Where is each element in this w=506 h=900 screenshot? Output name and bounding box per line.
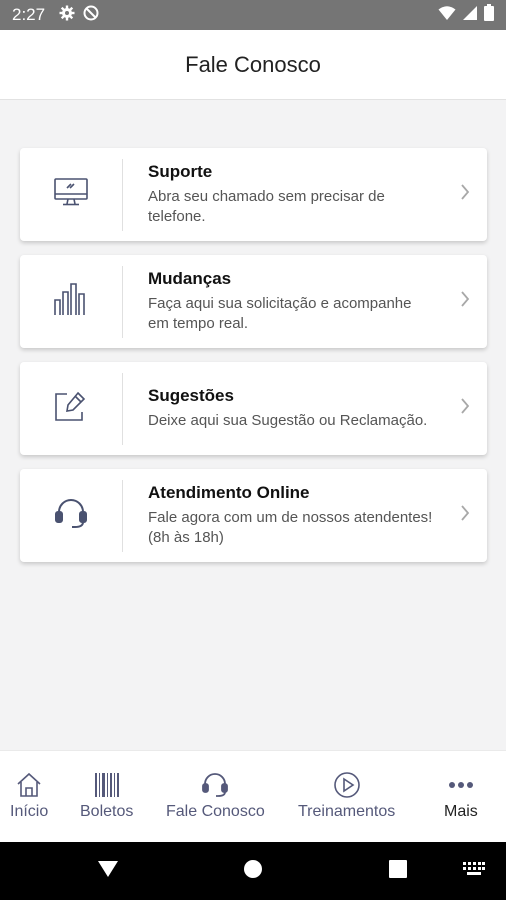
card-description: Fale agora com um de nossos atendentes! … (148, 509, 433, 546)
card-description: Faça aqui sua solicitação e acompanhe em… (148, 295, 412, 332)
recents-square-icon (389, 859, 407, 883)
app-header: Fale Conosco (0, 30, 506, 100)
chevron-right-icon (460, 504, 470, 527)
nav-item-fale-conosco[interactable]: Fale Conosco (166, 771, 265, 821)
nav-item-inicio[interactable]: Início (10, 771, 48, 821)
card-sugestoes[interactable]: Sugestões Deixe aqui sua Sugestão ou Rec… (20, 362, 487, 455)
wifi-icon (438, 5, 456, 26)
home-button[interactable] (233, 842, 273, 900)
headset-icon (53, 497, 89, 534)
nav-item-treinamentos[interactable]: Treinamentos (298, 771, 395, 821)
battery-icon (484, 4, 494, 26)
card-title: Atendimento Online (148, 483, 310, 502)
play-icon (333, 771, 361, 799)
chevron-right-icon (460, 397, 470, 420)
content-area: Suporte Abra seu chamado sem precisar de… (0, 100, 506, 750)
card-description: Abra seu chamado sem precisar de telefon… (148, 188, 385, 225)
card-title: Sugestões (148, 386, 234, 405)
recents-button[interactable] (378, 842, 418, 900)
headset-icon (201, 771, 229, 799)
more-icon (448, 771, 474, 799)
card-title: Suporte (148, 162, 213, 181)
back-button[interactable] (88, 842, 128, 900)
gear-icon (59, 5, 75, 26)
card-atendimento-online[interactable]: Atendimento Online Fale agora com um de … (20, 469, 487, 562)
back-triangle-icon (97, 860, 119, 883)
do-not-disturb-icon (83, 5, 99, 26)
chevron-right-icon (460, 290, 470, 313)
card-title: Mudanças (148, 269, 232, 288)
edit-icon (53, 390, 89, 427)
home-circle-icon (243, 859, 263, 884)
status-bar: 2:27 (0, 0, 506, 30)
nav-label: Boletos (80, 803, 134, 820)
monitor-icon (53, 177, 89, 212)
nav-label: Fale Conosco (166, 803, 265, 820)
barcode-icon (94, 771, 120, 799)
nav-label: Treinamentos (298, 803, 396, 820)
page-title: Fale Conosco (185, 51, 321, 77)
card-description: Deixe aqui sua Sugestão ou Reclamação. (148, 412, 428, 429)
nav-label: Início (10, 803, 49, 820)
nav-label: Mais (444, 803, 478, 820)
keyboard-button[interactable] (458, 842, 490, 900)
card-mudancas[interactable]: Mudanças Faça aqui sua solicitação e aco… (20, 255, 487, 348)
home-icon (16, 771, 42, 799)
status-time: 2:27 (12, 5, 46, 24)
android-nav-bar (0, 842, 506, 900)
nav-item-mais[interactable]: Mais (444, 771, 478, 821)
nav-item-boletos[interactable]: Boletos (80, 771, 133, 821)
bottom-nav: Início Boletos Fale Conosco Treinamentos… (0, 750, 506, 842)
keyboard-icon (463, 861, 485, 881)
chevron-right-icon (460, 183, 470, 206)
card-suporte[interactable]: Suporte Abra seu chamado sem precisar de… (20, 148, 487, 241)
bar-chart-icon (53, 282, 89, 321)
signal-icon (462, 5, 478, 26)
